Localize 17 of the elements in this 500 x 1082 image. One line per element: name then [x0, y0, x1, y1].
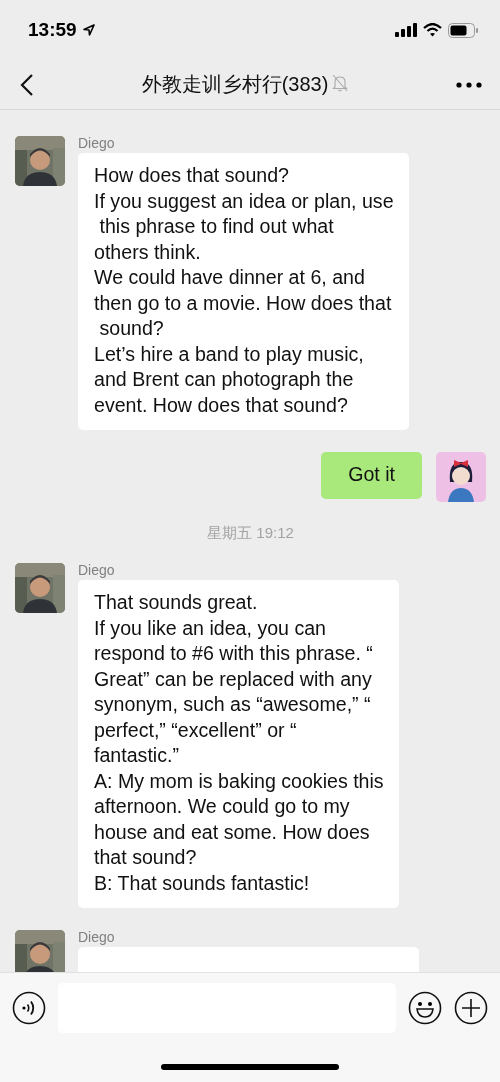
chat-title: 外教走训乡村行(383)	[141, 72, 329, 97]
voice-button[interactable]	[12, 991, 46, 1025]
location-arrow-icon	[82, 24, 95, 36]
emoji-button[interactable]	[408, 991, 442, 1025]
timestamp: 星期五 19:12	[206, 524, 295, 543]
sender-name: Diego	[78, 136, 116, 150]
message-bubble: Got it	[321, 452, 422, 499]
wifi-icon	[423, 23, 442, 37]
more-icon[interactable]	[456, 81, 482, 88]
clock-time: 13:59	[28, 19, 77, 41]
signal-icon	[395, 23, 417, 37]
message-bubble: That sounds great. If you like an idea, you can respond to #6 with this phrase. “ Great” can be replaced with any synonym, such as “awesome,” “ perfect,” “excellent” or “ fantastic.” A: My mom is baking cookies this afternoon. We could go to my house and eat some. How does that sound? B: That sounds fantastic!	[78, 580, 399, 908]
message-bubble: How does that sound? If you suggest an idea or plan, use this phrase to find out what others think. We could have dinner at 6, and then go to a movie. How does that sound? Let’s hire a band to play music, and Brent can photograph the event. How does that sound?	[78, 153, 409, 430]
battery-icon	[448, 22, 478, 38]
sender-name: Diego	[78, 930, 116, 944]
add-button[interactable]	[454, 991, 488, 1025]
sender-name: Diego	[78, 563, 116, 577]
